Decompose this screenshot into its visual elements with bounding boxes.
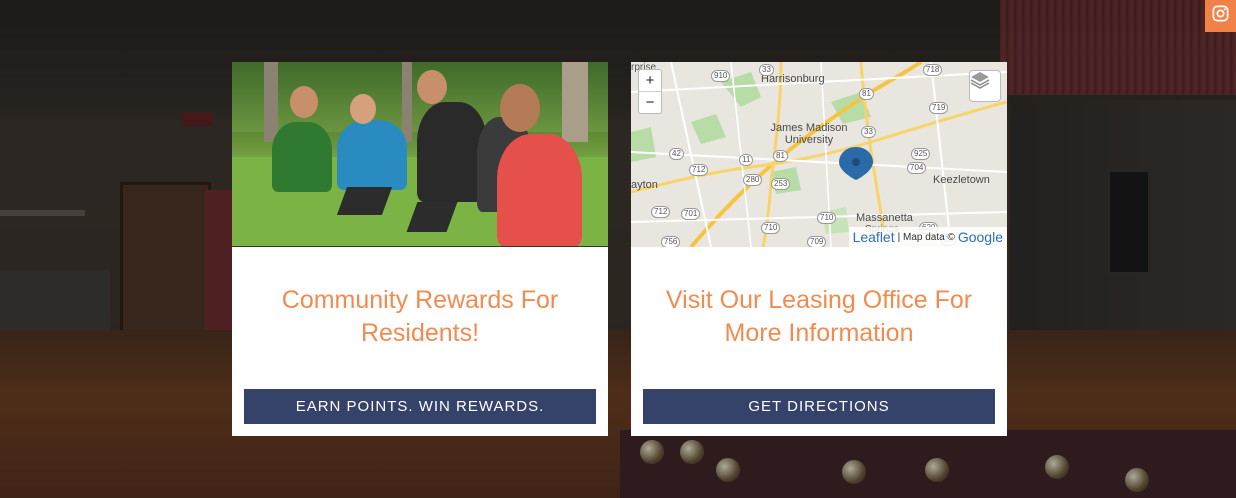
map-label: Massanetta (856, 212, 913, 224)
instagram-link[interactable] (1205, 0, 1236, 32)
route-shield: 81 (773, 150, 788, 162)
map-label: ayton (631, 179, 658, 191)
route-shield: 719 (929, 102, 949, 114)
leasing-office-card: Harrisonburg James Madison University Ke… (631, 62, 1007, 436)
map-label: James Madison University (770, 122, 848, 146)
earn-points-button[interactable]: EARN POINTS. WIN REWARDS. (244, 389, 596, 424)
route-shield: 710 (761, 222, 781, 234)
attribution-text: | Map data © (897, 231, 955, 243)
route-shield: 710 (817, 212, 837, 224)
rewards-card: Community Rewards For Residents! EARN PO… (232, 62, 608, 436)
students-photo (232, 62, 608, 247)
leaflet-link[interactable]: Leaflet (853, 229, 895, 245)
route-shield: 718 (923, 64, 943, 76)
route-shield: 925 (911, 148, 931, 160)
google-link[interactable]: Google (958, 229, 1003, 245)
route-shield: 910 (711, 70, 731, 82)
route-shield: 756 (661, 236, 681, 247)
route-shield: 701 (681, 208, 701, 220)
map-zoom-control: + − (638, 69, 662, 114)
instagram-icon (1211, 4, 1230, 28)
route-shield: 709 (807, 236, 827, 247)
route-shield: 280 (743, 174, 763, 186)
route-shield: 33 (759, 64, 774, 76)
zoom-in-button[interactable]: + (639, 70, 661, 91)
route-shield: 712 (651, 206, 671, 218)
route-shield: 712 (689, 164, 709, 176)
card-title: Visit Our Leasing Office For More Inform… (665, 286, 973, 347)
route-shield: 704 (907, 162, 927, 174)
layers-button[interactable] (969, 70, 1001, 102)
get-directions-button[interactable]: GET DIRECTIONS (643, 389, 995, 424)
route-shield: 42 (669, 148, 684, 160)
route-shield: 33 (861, 126, 876, 138)
location-map[interactable]: Harrisonburg James Madison University Ke… (631, 62, 1007, 247)
route-shield: 11 (739, 154, 754, 166)
card-title: Community Rewards For Residents! (281, 286, 559, 347)
route-shield: 81 (859, 88, 874, 100)
background-scene (0, 0, 1236, 498)
map-marker-icon[interactable] (839, 147, 873, 180)
map-label: Keezletown (933, 174, 990, 186)
zoom-out-button[interactable]: − (639, 91, 661, 113)
map-attribution: Leaflet | Map data © Google (848, 227, 1007, 247)
route-shield: 253 (771, 178, 791, 190)
